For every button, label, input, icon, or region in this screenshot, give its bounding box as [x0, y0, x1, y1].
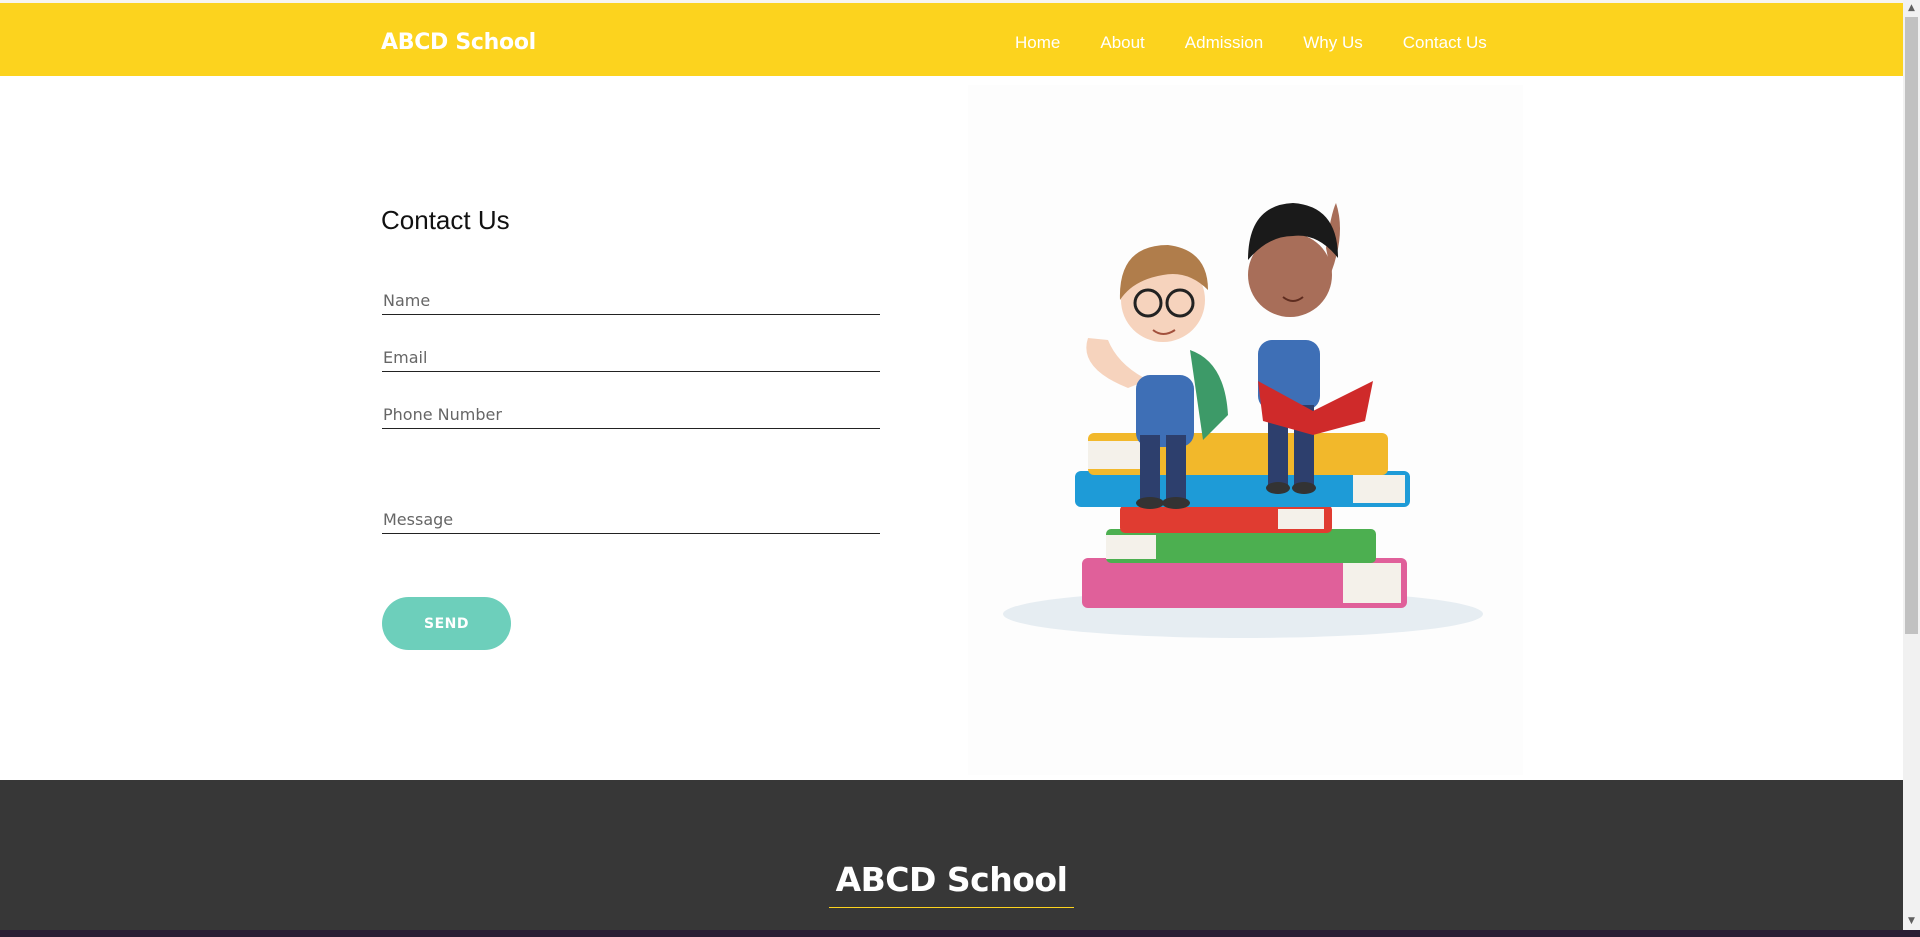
- scroll-up-icon[interactable]: ▲: [1903, 0, 1920, 17]
- scroll-down-icon[interactable]: ▼: [1903, 913, 1920, 930]
- nav-about[interactable]: About: [1100, 33, 1144, 53]
- message-input[interactable]: [382, 506, 880, 534]
- nav-links: Home About Admission Why Us Contact Us: [1015, 33, 1487, 53]
- kids-on-books-illustration: [968, 85, 1523, 775]
- nav-home[interactable]: Home: [1015, 33, 1060, 53]
- contact-title: Contact Us: [381, 205, 510, 235]
- footer-brand-wrap: ABCD School: [0, 860, 1903, 908]
- phone-input[interactable]: [382, 401, 880, 429]
- nav-contact-us[interactable]: Contact Us: [1403, 33, 1487, 53]
- footer-brand: ABCD School: [828, 860, 1075, 908]
- name-input[interactable]: [382, 287, 880, 315]
- taskbar-strip: [0, 930, 1920, 937]
- scrollbar[interactable]: ▲ ▼: [1903, 0, 1920, 930]
- illustration-svg: [1003, 203, 1483, 638]
- nav-admission[interactable]: Admission: [1185, 33, 1263, 53]
- email-input[interactable]: [382, 344, 880, 372]
- footer: ABCD School: [0, 780, 1903, 930]
- navbar: ABCD School Home About Admission Why Us …: [0, 3, 1903, 76]
- nav-why-us[interactable]: Why Us: [1303, 33, 1363, 53]
- send-button[interactable]: SEND: [382, 597, 511, 650]
- brand-logo[interactable]: ABCD School: [381, 30, 536, 55]
- scroll-thumb[interactable]: [1905, 17, 1918, 634]
